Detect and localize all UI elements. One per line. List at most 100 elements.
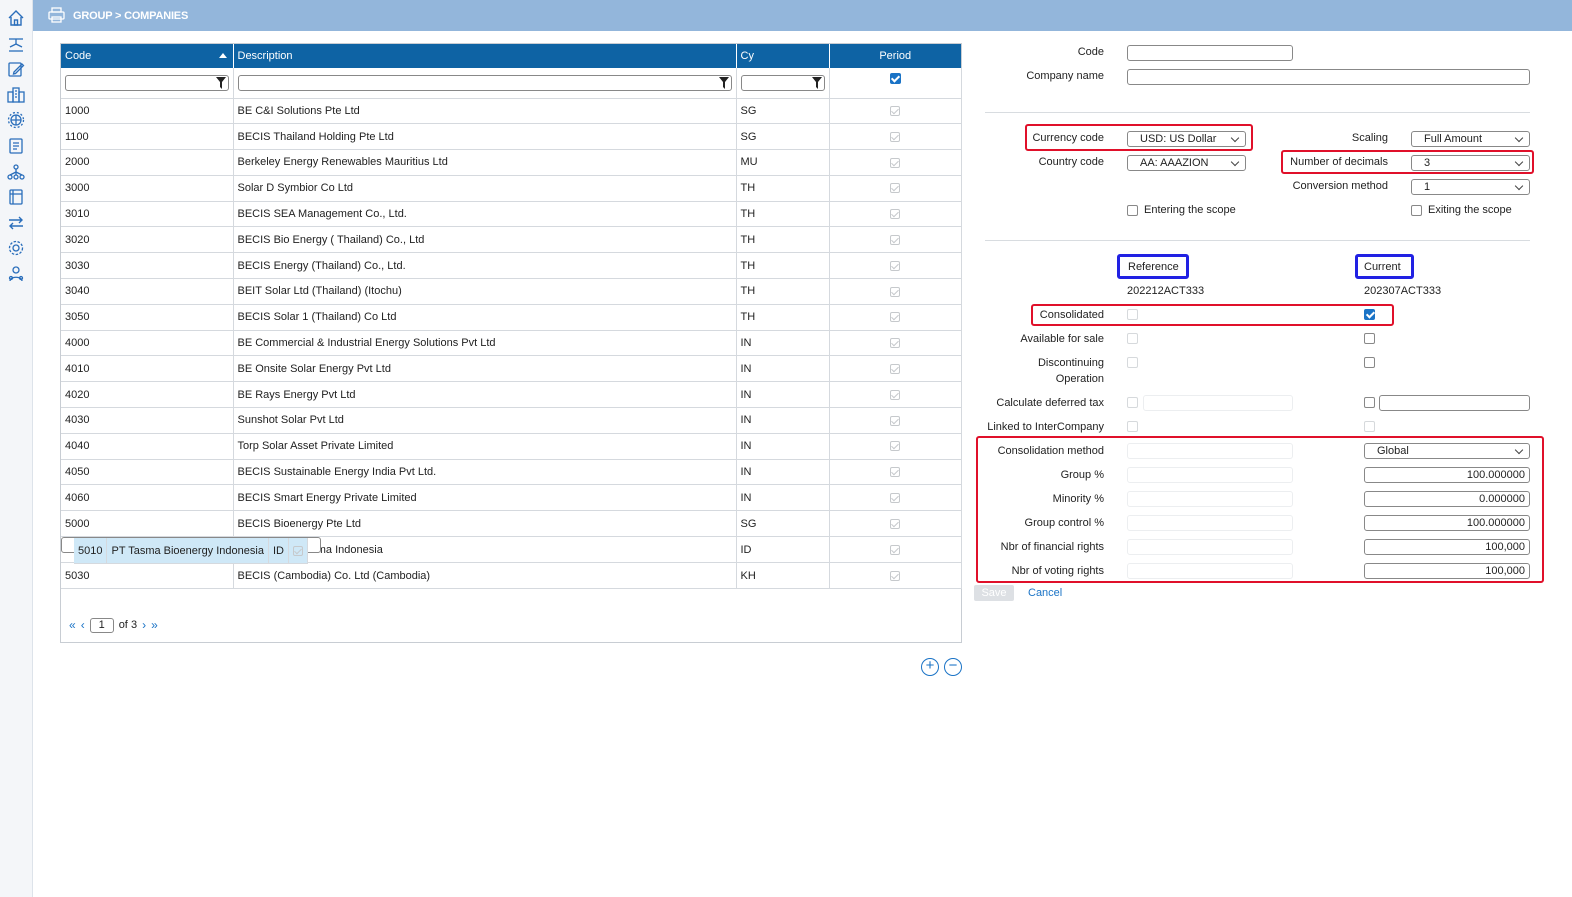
available-current-checkbox[interactable] bbox=[1364, 333, 1375, 344]
code-input[interactable] bbox=[1127, 45, 1293, 61]
table-row[interactable]: 4040 Torp Solar Asset Private Limited IN bbox=[61, 433, 962, 460]
filter-icon[interactable] bbox=[215, 76, 226, 89]
page-input[interactable]: 1 bbox=[89, 617, 114, 633]
filter-icon[interactable] bbox=[811, 76, 822, 89]
conversion-method-label: Conversion method bbox=[1292, 180, 1388, 192]
prev-page-icon[interactable]: ‹ bbox=[81, 618, 85, 632]
cell-period bbox=[829, 330, 962, 357]
company-name-input[interactable] bbox=[1127, 69, 1530, 85]
org-chart-icon[interactable] bbox=[7, 163, 25, 181]
consolidation-method-select[interactable]: Global bbox=[1364, 443, 1530, 459]
table-row[interactable]: 5010 PT Tasma Bioenergy Indonesia ID bbox=[61, 537, 321, 565]
cell-description: PT Tasma Bioenergy Indonesia bbox=[106, 538, 269, 565]
cell-description: Torp Solar Asset Private Limited bbox=[233, 433, 737, 460]
voting-rights-input[interactable]: 100,000 bbox=[1364, 563, 1530, 579]
column-header-description[interactable]: Description bbox=[233, 44, 737, 68]
users-icon[interactable] bbox=[7, 265, 25, 283]
cell-description: BE Rays Energy Pvt Ltd bbox=[233, 381, 737, 409]
column-header-cy[interactable]: Cy bbox=[736, 44, 830, 68]
table-row[interactable]: 5030 BECIS (Cambodia) Co. Ltd (Cambodia) K… bbox=[61, 562, 962, 590]
cell-code: 3050 bbox=[61, 304, 234, 331]
cell-code: 4020 bbox=[61, 381, 234, 409]
cell-period bbox=[829, 433, 962, 460]
table-row[interactable]: 1000 BE C&I Solutions Pte Ltd SG bbox=[61, 98, 962, 125]
reference-period: 202212ACT333 bbox=[1127, 285, 1205, 297]
deferred-tax-current-checkbox[interactable] bbox=[1364, 397, 1375, 408]
discontinuing-current-checkbox[interactable] bbox=[1364, 357, 1375, 368]
table-row[interactable]: 2000 Berkeley Energy Renewables Mauritius… bbox=[61, 149, 962, 176]
table-row[interactable]: 1100 BECIS Thailand Holding Pte Ltd SG bbox=[61, 123, 962, 151]
next-page-icon[interactable]: › bbox=[142, 618, 146, 632]
period-checkbox bbox=[890, 234, 900, 245]
entering-scope-checkbox[interactable] bbox=[1127, 205, 1138, 216]
table-row[interactable]: 3020 BECIS Bio Energy ( Thailand) Co., Lt… bbox=[61, 226, 962, 254]
cell-period bbox=[829, 98, 962, 125]
table-row[interactable]: 4010 BE Onsite Solar Energy Pvt Ltd IN bbox=[61, 355, 962, 383]
table-row[interactable]: 4000 BE Commercial & Industrial Energy So… bbox=[61, 330, 962, 357]
cell-period bbox=[829, 537, 962, 564]
cell-description: BE C&I Solutions Pte Ltd bbox=[233, 98, 737, 125]
table-row[interactable]: 3050 BECIS Solar 1 (Thailand) Co Ltd TH bbox=[61, 304, 962, 331]
consolidated-current-checkbox[interactable] bbox=[1364, 309, 1375, 320]
group-pct-input[interactable]: 100.000000 bbox=[1364, 467, 1530, 483]
printer-icon bbox=[48, 7, 65, 23]
table-row[interactable]: 3040 BEIT Solar Ltd (Thailand) (Itochu) TH bbox=[61, 278, 962, 305]
first-page-icon[interactable]: « bbox=[69, 618, 76, 632]
cancel-button[interactable]: Cancel bbox=[1028, 587, 1062, 599]
table-row[interactable]: 4050 BECIS Sustainable Energy India Pvt L… bbox=[61, 459, 962, 486]
table-row[interactable]: 4060 BECIS Smart Energy Private Limited IN bbox=[61, 484, 962, 512]
last-page-icon[interactable]: » bbox=[151, 618, 158, 632]
group-control-reference bbox=[1127, 515, 1293, 531]
table-row[interactable]: 3030 BECIS Energy (Thailand) Co., Ltd. TH bbox=[61, 252, 962, 280]
minority-pct-input[interactable]: 0.000000 bbox=[1364, 491, 1530, 507]
filter-period-checkbox[interactable] bbox=[889, 72, 901, 84]
deferred-tax-reference-input bbox=[1143, 395, 1293, 411]
zoom-out-icon[interactable]: − bbox=[944, 658, 962, 676]
cell-description: Berkeley Energy Renewables Mauritius Ltd bbox=[233, 149, 737, 176]
filter-cy-input[interactable] bbox=[740, 74, 825, 91]
group-control-input[interactable]: 100.000000 bbox=[1364, 515, 1530, 531]
chevron-down-icon bbox=[1514, 445, 1524, 455]
deferred-tax-current-input[interactable] bbox=[1379, 395, 1530, 411]
column-header-code[interactable]: Code bbox=[61, 44, 234, 68]
exiting-scope-checkbox[interactable] bbox=[1411, 205, 1422, 216]
cell-code: 4050 bbox=[61, 459, 234, 486]
country-code-select[interactable]: AA: AAAZION bbox=[1127, 155, 1246, 171]
filter-icon[interactable] bbox=[718, 76, 729, 89]
table-row[interactable]: 4020 BE Rays Energy Pvt Ltd IN bbox=[61, 381, 962, 409]
table-row[interactable]: 4030 Sunshot Solar Pvt Ltd IN bbox=[61, 407, 962, 434]
financial-rights-input[interactable]: 100,000 bbox=[1364, 539, 1530, 555]
cell-cy: IN bbox=[736, 484, 830, 512]
document-icon[interactable] bbox=[7, 137, 25, 155]
table-row[interactable]: 5000 BECIS Bioenergy Pte Ltd SG bbox=[61, 510, 962, 538]
zoom-in-icon[interactable]: + bbox=[921, 658, 939, 676]
column-header-period[interactable]: Period bbox=[829, 44, 961, 68]
home-icon[interactable] bbox=[7, 9, 25, 27]
consolidated-reference-checkbox bbox=[1127, 309, 1138, 320]
group-control-label: Group control % bbox=[1024, 517, 1104, 529]
edit-icon[interactable] bbox=[7, 60, 25, 78]
scaling-select[interactable]: Full Amount bbox=[1411, 131, 1530, 147]
filter-description-input[interactable] bbox=[237, 74, 732, 91]
scaling-label: Scaling bbox=[1351, 132, 1388, 144]
settings-icon[interactable] bbox=[7, 239, 25, 257]
conversion-method-select[interactable]: 1 bbox=[1411, 179, 1530, 195]
consolidated-label: Consolidated bbox=[1039, 309, 1104, 321]
table-row[interactable]: 3000 Solar D Symbior Co Ltd TH bbox=[61, 175, 962, 202]
period-checkbox bbox=[890, 183, 900, 194]
hierarchy-icon[interactable] bbox=[7, 35, 25, 53]
discontinuing-reference-checkbox bbox=[1127, 357, 1138, 368]
cell-code: 3010 bbox=[61, 201, 234, 228]
period-checkbox bbox=[890, 467, 900, 478]
breadcrumb[interactable]: GROUP > COMPANIES bbox=[73, 10, 188, 22]
transfer-icon[interactable] bbox=[7, 214, 25, 232]
save-button[interactable]: Save bbox=[974, 585, 1014, 601]
minority-pct-label: Minority % bbox=[1052, 493, 1104, 505]
buildings-icon[interactable] bbox=[7, 86, 25, 104]
table-row[interactable]: 3010 BECIS SEA Management Co., Ltd. TH bbox=[61, 201, 962, 228]
globe-gear-icon[interactable] bbox=[7, 111, 25, 129]
filter-code-input[interactable] bbox=[65, 74, 229, 91]
book-icon[interactable] bbox=[7, 188, 25, 206]
cell-period bbox=[829, 252, 962, 280]
cell-cy: ID bbox=[268, 538, 289, 565]
